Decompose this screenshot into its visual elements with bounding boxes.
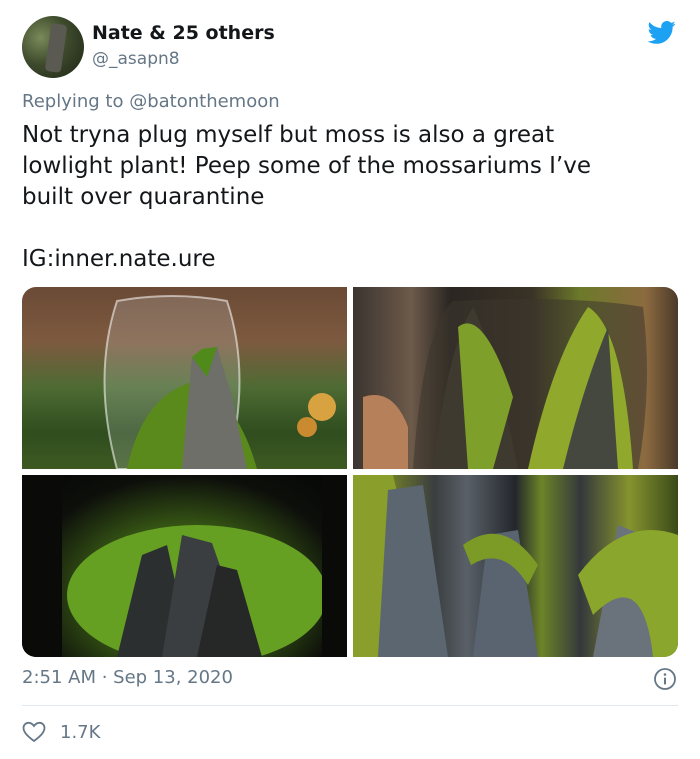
avatar[interactable]: [22, 16, 84, 78]
mossarium-photo-3[interactable]: [22, 475, 347, 657]
replying-to[interactable]: Replying to @batonthemoon: [22, 91, 280, 112]
divider: [22, 705, 678, 706]
mossarium-photo-4[interactable]: [353, 475, 678, 657]
heart-icon[interactable]: [22, 721, 46, 743]
tweet-text: Not tryna plug myself but moss is also a…: [22, 122, 592, 272]
display-name[interactable]: Nate & 25 others: [92, 22, 275, 44]
user-handle[interactable]: @_asapn8: [92, 49, 180, 69]
mossarium-photo-1[interactable]: [22, 287, 347, 469]
media-grid: [22, 287, 678, 657]
info-icon[interactable]: [653, 667, 677, 691]
mossarium-photo-2[interactable]: [353, 287, 678, 469]
timestamp[interactable]: 2:51 AM · Sep 13, 2020: [22, 667, 233, 688]
like-count: 1.7K: [60, 721, 101, 743]
like-button[interactable]: 1.7K: [22, 719, 100, 745]
twitter-bird-icon[interactable]: [646, 18, 678, 46]
